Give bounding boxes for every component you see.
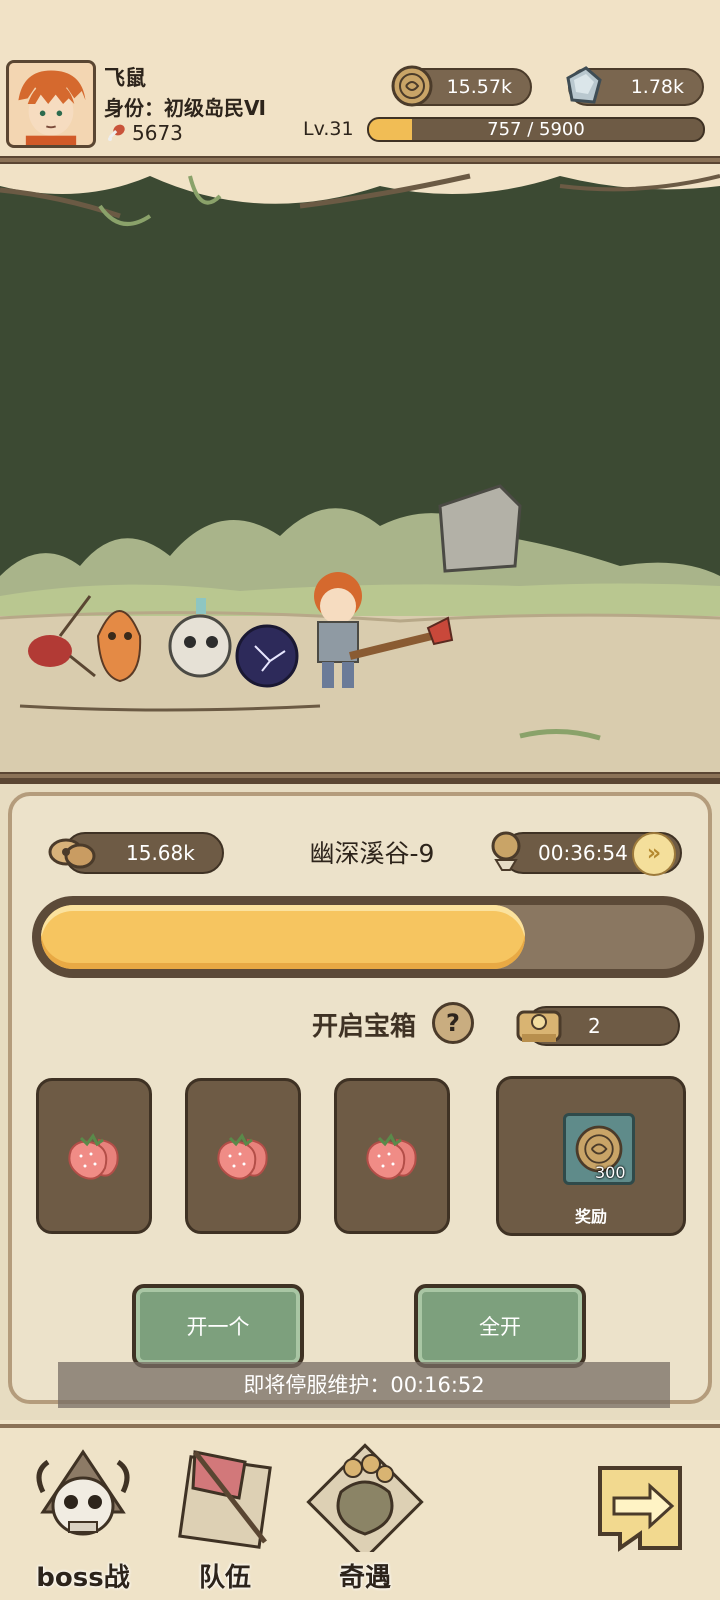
coin-icon bbox=[391, 65, 433, 107]
player-avatar[interactable] bbox=[6, 60, 96, 148]
hourglass-coin-icon bbox=[491, 831, 521, 871]
player-power: 5673 bbox=[106, 121, 183, 145]
chest-slot-1[interactable] bbox=[36, 1078, 152, 1234]
battle-scene bbox=[0, 166, 720, 778]
reward-card[interactable]: 300 奖励 bbox=[496, 1076, 686, 1236]
coin-value: 15.57k bbox=[446, 76, 512, 98]
nav-team[interactable]: 队伍 bbox=[160, 1442, 290, 1598]
player-level: Lv.31 bbox=[303, 118, 354, 140]
reward-quantity: 300 bbox=[595, 1163, 626, 1182]
open-one-button[interactable]: 开一个 bbox=[132, 1284, 304, 1368]
reward-label: 奖励 bbox=[574, 1207, 607, 1226]
stage-panel: 15.68k 幽深溪谷-9 00:36:54 » 开启宝箱 ? 2 300 奖励… bbox=[0, 780, 720, 1420]
bread-icon bbox=[48, 838, 96, 869]
strawberry-icon bbox=[217, 1133, 268, 1180]
strawberry-icon bbox=[366, 1133, 417, 1180]
player-title: 身份：初级岛民Ⅵ bbox=[104, 96, 266, 120]
nav-adventure[interactable]: 奇遇 bbox=[300, 1442, 430, 1598]
nav-boss-label: boss战 bbox=[36, 1563, 130, 1593]
open-all-button[interactable]: 全开 bbox=[414, 1284, 586, 1368]
crystal-icon bbox=[566, 66, 602, 104]
stage-panel-inner: 15.68k 幽深溪谷-9 00:36:54 » 开启宝箱 ? 2 300 奖励… bbox=[8, 792, 712, 1408]
exp-text: 757 / 5900 bbox=[487, 119, 585, 140]
nav-adventure-label: 奇遇 bbox=[338, 1563, 391, 1593]
chest-slot-3[interactable] bbox=[334, 1078, 450, 1234]
player-name: 飞鼠 bbox=[104, 66, 146, 90]
maintenance-notice: 即将停服维护：00:16:52 bbox=[58, 1362, 670, 1408]
top-divider bbox=[0, 156, 720, 164]
food-value: 15.68k bbox=[126, 841, 195, 865]
flag-icon bbox=[178, 1450, 272, 1549]
stage-progress-bar bbox=[32, 896, 704, 978]
chest-slot-2[interactable] bbox=[185, 1078, 301, 1234]
stage-progress-track bbox=[41, 905, 695, 969]
gem-value: 1.78k bbox=[630, 76, 684, 98]
chest-key-value: 2 bbox=[588, 1014, 601, 1038]
skull-icon bbox=[36, 1449, 130, 1536]
timer-value: 00:36:54 bbox=[538, 841, 628, 865]
stage-progress-fill bbox=[41, 905, 525, 969]
fast-forward-button[interactable]: » bbox=[632, 832, 676, 876]
drumstick-icon bbox=[108, 124, 125, 141]
exp-bar: 757 / 5900 bbox=[367, 117, 705, 142]
help-button[interactable]: ? bbox=[432, 1002, 474, 1044]
chest-key-icon bbox=[516, 1010, 562, 1042]
nav-boss-battle[interactable]: boss战 bbox=[18, 1442, 148, 1598]
scene-divider bbox=[0, 772, 720, 780]
stage-name: 幽深溪谷-9 bbox=[309, 839, 435, 868]
coin-bag-icon bbox=[306, 1443, 424, 1561]
nav-team-label: 队伍 bbox=[198, 1563, 251, 1593]
strawberry-icon bbox=[68, 1133, 119, 1180]
top-status-bar: 飞鼠 身份：初级岛民Ⅵ 5673 15.57k 1.78k Lv.31 757 … bbox=[0, 0, 720, 160]
open-chest-label: 开启宝箱 bbox=[312, 1012, 417, 1042]
power-value: 5673 bbox=[132, 121, 183, 145]
bottom-nav: boss战 队伍 奇遇 bbox=[0, 1424, 720, 1600]
return-arrow-icon[interactable] bbox=[580, 1448, 700, 1568]
